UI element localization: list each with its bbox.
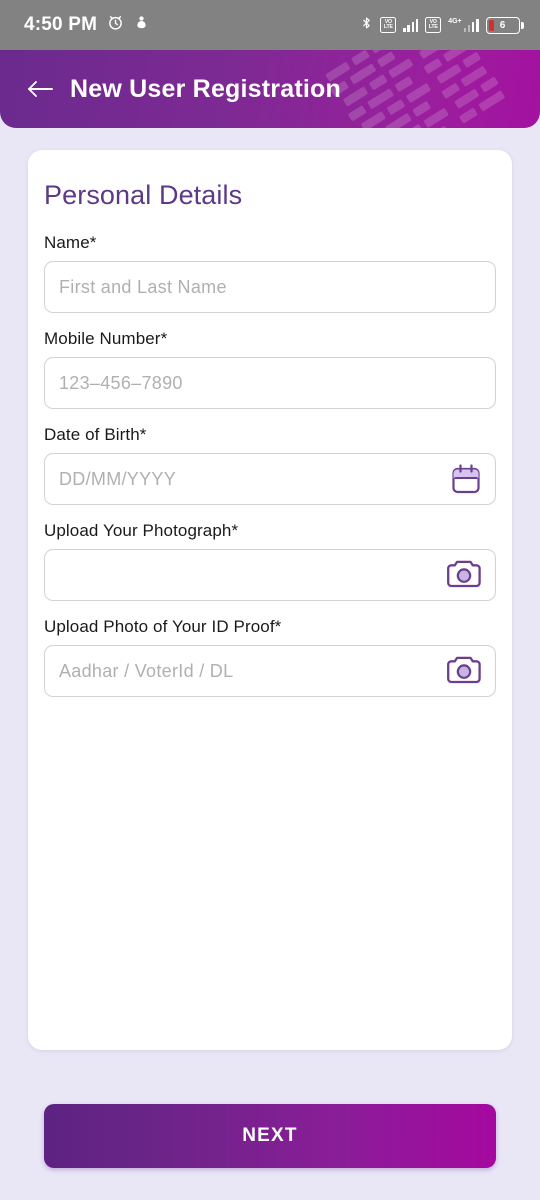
network-type-label: 4G+ xyxy=(448,18,462,25)
next-button[interactable]: NEXT xyxy=(44,1104,496,1168)
section-title: Personal Details xyxy=(44,180,243,210)
camera-icon xyxy=(447,656,481,684)
camera-icon xyxy=(447,560,481,588)
field-label-upload-photograph: Upload Your Photograph* xyxy=(44,521,239,540)
back-arrow-icon xyxy=(28,81,53,97)
date-of-birth-input-placeholder: DD/MM/YYYY xyxy=(59,468,177,489)
status-bar: 4:50 PM VO LTE VO LTE 4G+ 6 xyxy=(0,0,540,50)
field-label-date-of-birth: Date of Birth* xyxy=(44,425,147,444)
upload-id-proof-input-placeholder: Aadhar / VoterId / DL xyxy=(59,660,234,681)
app-header: New User Registration xyxy=(0,50,540,128)
calendar-picker-button[interactable] xyxy=(449,462,483,496)
name-input[interactable]: First and Last Name xyxy=(44,261,496,313)
battery-icon: 6 xyxy=(485,16,524,34)
field-label-name: Name* xyxy=(44,233,97,252)
alarm-clock-icon xyxy=(107,14,124,36)
bluetooth-icon xyxy=(360,14,373,37)
app-root: 4:50 PM VO LTE VO LTE 4G+ 6 New User Reg… xyxy=(0,0,540,1200)
person-icon xyxy=(134,14,149,36)
field-label-mobile-number: Mobile Number* xyxy=(44,329,168,348)
name-input-placeholder: First and Last Name xyxy=(59,276,227,297)
mobile-number-input[interactable]: 123–456–7890 xyxy=(44,357,496,409)
volte-sim2-icon: VO LTE xyxy=(425,17,442,33)
signal-bars-sim1-icon xyxy=(403,18,419,32)
field-upload-id-proof: Upload Photo of Your ID Proof* Aadhar / … xyxy=(44,617,496,697)
date-of-birth-input[interactable]: DD/MM/YYYY xyxy=(44,453,496,505)
field-name: Name* First and Last Name xyxy=(44,233,496,313)
next-button-label: NEXT xyxy=(242,1125,298,1146)
personal-details-card: Personal Details Name* First and Last Na… xyxy=(28,150,512,1050)
field-mobile-number: Mobile Number* 123–456–7890 xyxy=(44,329,496,409)
field-label-upload-id-proof: Upload Photo of Your ID Proof* xyxy=(44,617,282,636)
upload-id-proof-input[interactable]: Aadhar / VoterId / DL xyxy=(44,645,496,697)
upload-photograph-input[interactable] xyxy=(44,549,496,601)
status-bar-clock: 4:50 PM xyxy=(24,14,98,35)
field-upload-photograph: Upload Your Photograph* xyxy=(44,521,496,601)
upload-photograph-camera-button[interactable] xyxy=(445,559,483,591)
upload-id-proof-camera-button[interactable] xyxy=(445,655,483,687)
calendar-icon xyxy=(452,464,480,494)
status-bar-left: 4:50 PM xyxy=(24,14,149,36)
mobile-number-input-placeholder: 123–456–7890 xyxy=(59,372,183,393)
field-date-of-birth: Date of Birth* DD/MM/YYYY xyxy=(44,425,496,505)
signal-bars-sim2-icon xyxy=(463,18,479,32)
battery-percent-label: 6 xyxy=(499,19,506,31)
back-button[interactable] xyxy=(20,69,60,109)
page-title: New User Registration xyxy=(70,74,341,103)
volte-sim1-icon: VO LTE xyxy=(380,17,397,33)
status-bar-right: VO LTE VO LTE 4G+ 6 xyxy=(360,14,524,37)
network-type-indicator: 4G+ xyxy=(448,18,479,32)
